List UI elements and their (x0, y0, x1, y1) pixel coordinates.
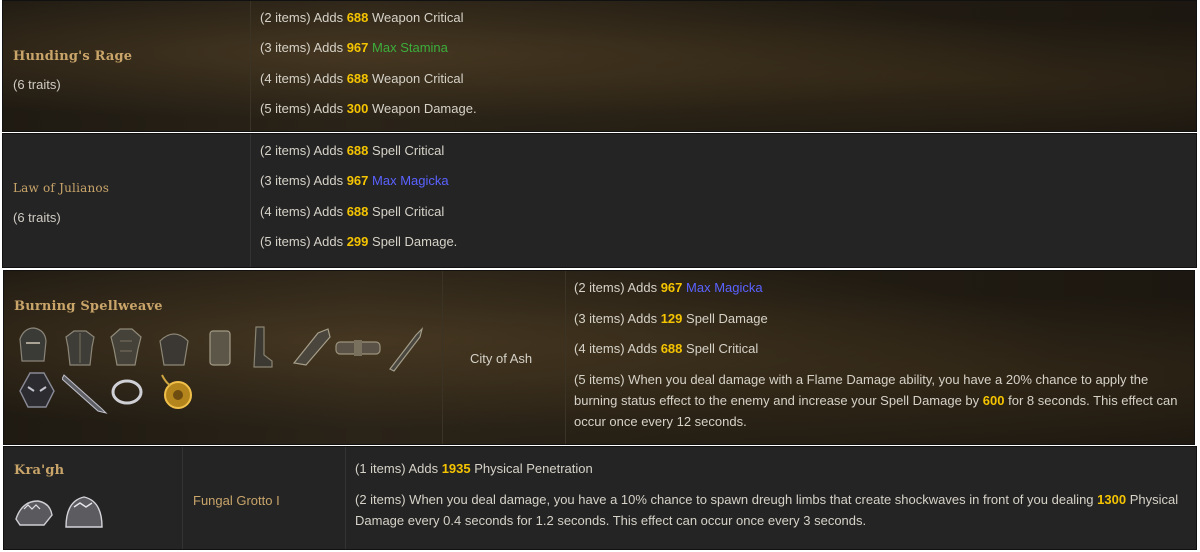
set-name-cell: Law of Julianos (6 traits) (3, 134, 251, 267)
set-row-law-of-julianos: Law of Julianos (6 traits) (2 items) Add… (2, 133, 1197, 268)
set-row-hundings-rage: Hunding's Rage (6 traits) (2 items) Adds… (2, 0, 1197, 132)
helmet-icon (19, 327, 47, 362)
mask-icon (19, 372, 55, 408)
shoulder-icon (209, 330, 231, 366)
ring-icon (111, 379, 143, 405)
set-bonus-cell: (2 items) Adds 688 Weapon Critical (3 it… (251, 1, 1196, 131)
gauntlet-icon (292, 328, 331, 366)
bonus-line: (4 items) Adds 688 Weapon Critical (260, 71, 464, 86)
bonus-line: (5 items) Adds 299 Spell Damage. (260, 234, 458, 249)
bonus-line: (2 items) Adds 688 Weapon Critical (260, 10, 464, 25)
dreugh-helmet-icon (15, 500, 53, 526)
bonus-line: (2 items) Adds 688 Spell Critical (260, 143, 445, 158)
set-row-kragh: Kra'gh Fungal Grotto I (1 items) Adds 19… (3, 446, 1197, 550)
set-name-cell: Burning Spellweave (4, 271, 442, 444)
set-name-cell: Hunding's Rage (6 traits) (3, 1, 251, 131)
bonus-line: (3 items) Adds 967 Max Magicka (260, 173, 449, 188)
set-name[interactable]: Burning Spellweave (14, 299, 163, 314)
set-row-burning-spellweave: Burning Spellweave City of Ash (2 items)… (3, 270, 1195, 445)
set-location-cell: City of Ash (443, 271, 565, 444)
bonus-line: (4 items) Adds 688 Spell Critical (260, 204, 445, 219)
set-name[interactable]: Kra'gh (14, 463, 64, 478)
sword-icon (389, 327, 424, 372)
bonus-line: (2 items) When you deal damage, you have… (355, 492, 1179, 528)
set-name[interactable]: Hunding's Rage (13, 49, 132, 64)
chest-armor-icon (65, 330, 95, 366)
dreugh-shoulder-icon (65, 496, 103, 528)
set-name-cell: Kra'gh (4, 447, 182, 549)
amulet-icon (161, 374, 192, 409)
bonus-line: (5 items) When you deal damage with a Fl… (574, 372, 1178, 429)
set-bonus-cell: (2 items) Adds 688 Spell Critical (3 ite… (251, 134, 1196, 267)
set-traits: (6 traits) (13, 77, 61, 92)
set-bonus-cell: (2 items) Adds 967 Max Magicka (3 items)… (566, 271, 1194, 444)
jerkin-icon (110, 328, 142, 366)
bonus-line: (3 items) Adds 129 Spell Damage (574, 311, 768, 326)
set-location[interactable]: City of Ash (470, 351, 532, 366)
boots-icon (253, 326, 273, 368)
set-location-cell: Fungal Grotto I (183, 447, 345, 549)
set-name[interactable]: Law of Julianos (13, 181, 109, 195)
set-traits: (6 traits) (13, 210, 61, 225)
bonus-line: (2 items) Adds 967 Max Magicka (574, 280, 763, 295)
bonus-line: (4 items) Adds 688 Spell Critical (574, 341, 759, 356)
robe-icon (159, 333, 189, 366)
set-location[interactable]: Fungal Grotto I (193, 493, 280, 508)
bonus-line: (5 items) Adds 300 Weapon Damage. (260, 101, 477, 116)
bonus-line: (1 items) Adds 1935 Physical Penetration (355, 461, 593, 476)
set-bonus-cell: (1 items) Adds 1935 Physical Penetration… (346, 447, 1196, 549)
belt-icon (335, 340, 381, 356)
dagger-icon (62, 374, 108, 414)
bonus-line: (3 items) Adds 967 Max Stamina (260, 40, 448, 55)
